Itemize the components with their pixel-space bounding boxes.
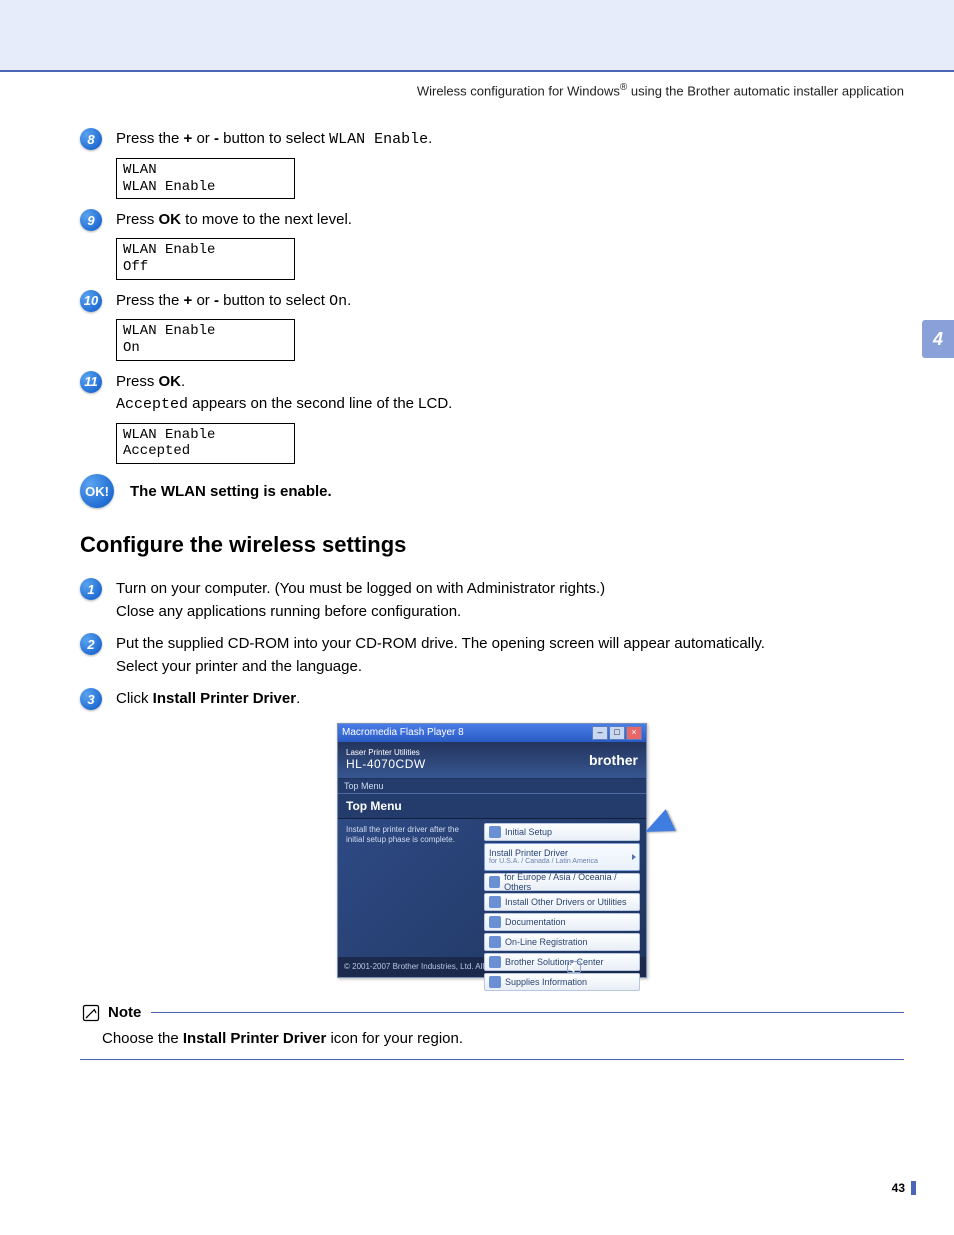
note-rule [151, 1012, 904, 1013]
step-10: 10 Press the + or - button to select On. [80, 290, 904, 314]
step-number: 2 [80, 633, 102, 655]
lcd-display: WLAN EnableAccepted [116, 423, 295, 465]
menu-item-install-driver[interactable]: Install Printer Driver for U.S.A. / Cana… [484, 843, 640, 871]
step-text: Turn on your computer. (You must be logg… [116, 578, 904, 623]
menu-item-registration[interactable]: On-Line Registration [484, 933, 640, 951]
window-titlebar: Macromedia Flash Player 8 – □ × [338, 724, 646, 742]
step-text: Click Install Printer Driver. [116, 688, 904, 711]
minimize-icon[interactable]: – [592, 726, 608, 740]
chapter-tab: 4 [922, 320, 954, 358]
setup-icon [489, 826, 501, 838]
step-number: 10 [80, 290, 102, 312]
step-3: 3 Click Install Printer Driver. [80, 688, 904, 711]
breadcrumb: Top Menu [338, 778, 646, 793]
menu-heading: Top Menu [338, 793, 646, 819]
step-1: 1 Turn on your computer. (You must be lo… [80, 578, 904, 623]
menu-item-other-drivers[interactable]: Install Other Drivers or Utilities [484, 893, 640, 911]
support-icon [489, 956, 501, 968]
step-number: 8 [80, 128, 102, 150]
step-number: 3 [80, 688, 102, 710]
lcd-display: WLANWLAN Enable [116, 158, 295, 200]
step-11: 11 Press OK.Accepted appears on the seco… [80, 371, 904, 417]
top-band [0, 0, 954, 70]
lcd-display: WLAN EnableOn [116, 319, 295, 361]
brand-logo: brother [589, 752, 638, 768]
note-label: Note [108, 1004, 141, 1021]
step-2: 2 Put the supplied CD-ROM into your CD-R… [80, 633, 904, 678]
section-heading: Configure the wireless settings [80, 532, 904, 558]
lcd-display: WLAN EnableOff [116, 238, 295, 280]
ok-callout: OK! The WLAN setting is enable. [80, 474, 904, 508]
top-border [0, 70, 954, 72]
step-text: Put the supplied CD-ROM into your CD-ROM… [116, 633, 904, 678]
note-bottom-rule [80, 1059, 904, 1060]
menu-list: Initial Setup Install Printer Driver for… [484, 819, 646, 957]
product-model: HL-4070CDW [346, 757, 426, 771]
menu-item-other-region[interactable]: for Europe / Asia / Oceania / Others [484, 873, 640, 891]
supplies-icon [489, 976, 501, 988]
step-number: 1 [80, 578, 102, 600]
step-text: Press OK to move to the next level. [116, 209, 904, 232]
note-icon [80, 1002, 102, 1024]
step-text: Press the + or - button to select WLAN E… [116, 128, 904, 152]
pen-icon [489, 936, 501, 948]
note-block: Note Choose the Install Printer Driver i… [80, 1002, 904, 1060]
menu-item-supplies[interactable]: Supplies Information [484, 973, 640, 991]
step-text: Press the + or - button to select On. [116, 290, 904, 314]
note-body: Choose the Install Printer Driver icon f… [102, 1030, 904, 1047]
step-number: 9 [80, 209, 102, 231]
back-icon[interactable] [567, 961, 581, 973]
sidebar-description: Install the printer driver after the ini… [338, 819, 484, 957]
menu-item-documentation[interactable]: Documentation [484, 913, 640, 931]
step-8: 8 Press the + or - button to select WLAN… [80, 128, 904, 152]
step-9: 9 Press OK to move to the next level. [80, 209, 904, 232]
ok-badge-icon: OK! [80, 474, 114, 508]
installer-screenshot: Macromedia Flash Player 8 – □ × Laser Pr… [337, 723, 647, 978]
running-header: Wireless configuration for Windows® usin… [80, 82, 904, 98]
menu-item-initial-setup[interactable]: Initial Setup [484, 823, 640, 841]
product-category: Laser Printer Utilities [346, 748, 426, 758]
app-header: Laser Printer Utilities HL-4070CDW broth… [338, 742, 646, 778]
close-icon[interactable]: × [626, 726, 642, 740]
page-number: 43 [892, 1181, 916, 1195]
menu-item-solutions[interactable]: Brother Solutions Center [484, 953, 640, 971]
tools-icon [489, 896, 501, 908]
ok-text: The WLAN setting is enable. [130, 483, 332, 500]
window-title: Macromedia Flash Player 8 [342, 727, 464, 738]
doc-icon [489, 916, 501, 928]
step-number: 11 [80, 371, 102, 393]
maximize-icon[interactable]: □ [609, 726, 625, 740]
chevron-right-icon [632, 854, 636, 860]
globe-icon [489, 876, 500, 888]
step-text: Press OK.Accepted appears on the second … [116, 371, 904, 417]
